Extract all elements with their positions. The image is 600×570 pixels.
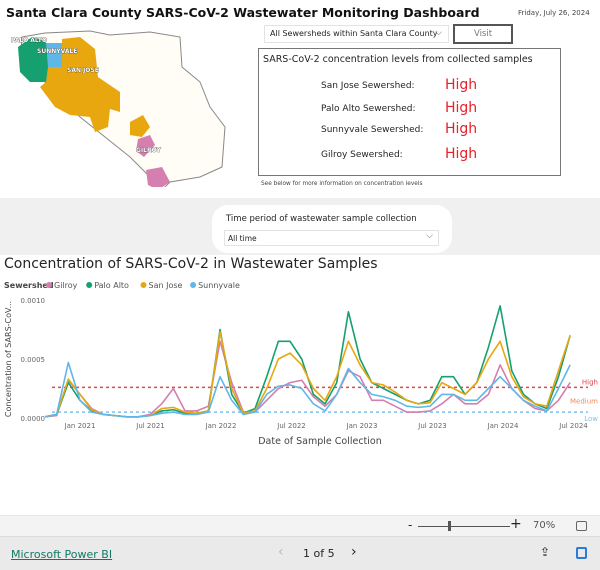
power-bi-link[interactable]: Microsoft Power BI [11,548,112,561]
page-indicator: 1 of 5 [303,547,335,560]
zoom-in-button[interactable]: + [510,516,522,532]
y-tick-label: 0.0005 [21,356,46,364]
y-tick-label: 0.0000 [21,415,46,423]
time-period-dropdown[interactable]: All time ⌵ [224,230,439,246]
level-row-name: Palo Alto Sewershed: [321,104,416,114]
report-date: Friday, July 26, 2024 [518,9,590,17]
concentration-levels-card: SARS-CoV-2 concentration levels from col… [258,48,561,176]
x-tick-label: Jul 2023 [417,422,447,430]
map-label-san-jose: SAN JOSE [67,67,99,74]
time-period-filter: Time period of wastewater sample collect… [212,205,452,253]
visit-button[interactable]: Visit [453,24,513,44]
level-row-value: High [445,77,478,93]
zoom-out-button[interactable]: - [408,518,412,532]
fit-to-page-icon[interactable] [576,521,587,531]
chevron-down-icon: ⌵ [426,231,433,241]
y-tick-label: 0.0010 [21,297,46,305]
time-period-label: Time period of wastewater sample collect… [226,214,417,224]
zoom-level: 70% [533,520,556,531]
chevron-down-icon: ⌵ [435,28,442,38]
map-label-sunnyvale: SUNNYVALE [37,48,77,55]
y-axis-label: Concentration of SARS-CoV... [4,301,13,417]
page-title: Santa Clara County SARS-CoV-2 Wastewater… [6,5,480,20]
footer-bar: Microsoft Power BI ‹ 1 of 5 › ⇪ [0,537,600,570]
threshold-label: High [582,378,598,386]
x-tick-label: Jan 2022 [205,422,237,430]
legend-item[interactable]: Gilroy [54,281,78,290]
level-row-name: Sunnyvale Sewershed: [321,125,424,135]
x-tick-label: Jul 2024 [558,422,588,430]
legend-marker [140,282,147,288]
legend-item[interactable]: Sunnyvale [198,281,240,290]
threshold-label: Medium [570,397,598,405]
sewershed-dropdown-value: All Sewersheds within Santa Clara County [270,29,438,38]
map-label-gilroy: GILROY [136,147,161,154]
time-period-value: All time [228,234,257,243]
x-tick-label: Jul 2021 [135,422,165,430]
prev-page-button[interactable]: ‹ [278,544,284,560]
legend-item[interactable]: Palo Alto [94,281,129,290]
x-tick-label: Jan 2023 [346,422,378,430]
county-map[interactable]: PALO ALTO SUNNYVALE SAN JOSE GILROY [10,27,230,187]
legend-marker [190,282,197,288]
sewershed-dropdown[interactable]: All Sewersheds within Santa Clara County… [264,25,449,43]
open-in-new-icon[interactable] [576,547,587,559]
level-row-name: San Jose Sewershed: [321,81,415,91]
level-row-value: High [445,146,478,162]
x-axis-label: Date of Sample Collection [258,436,382,447]
level-row-name: Gilroy Sewershed: [321,150,403,160]
x-tick-label: Jan 2021 [64,422,96,430]
share-icon[interactable]: ⇪ [540,545,550,559]
levels-heading: SARS-CoV-2 concentration levels from col… [263,54,533,65]
map-label-palo-alto: PALO ALTO [11,37,47,44]
legend-item[interactable]: San Jose [149,281,183,290]
zoom-slider[interactable] [418,526,510,527]
series-line-palo-alto[interactable] [44,305,571,418]
legend-marker [86,282,93,288]
zoom-slider-thumb[interactable] [448,521,451,531]
level-row-value: High [445,100,478,116]
zoom-toolbar: - + 70% [0,515,600,537]
wastewater-line-chart[interactable]: Sewershed Gilroy Palo Alto San Jose Sunnyval… [0,270,600,450]
levels-note: See below for more information on concen… [261,181,423,187]
legend-marker [46,282,52,288]
x-tick-label: Jul 2022 [276,422,306,430]
level-row-value: High [445,121,478,137]
sunnyvale-region[interactable] [46,43,62,67]
threshold-label: Low [584,415,598,423]
next-page-button[interactable]: › [351,544,357,560]
x-tick-label: Jan 2024 [487,422,519,430]
